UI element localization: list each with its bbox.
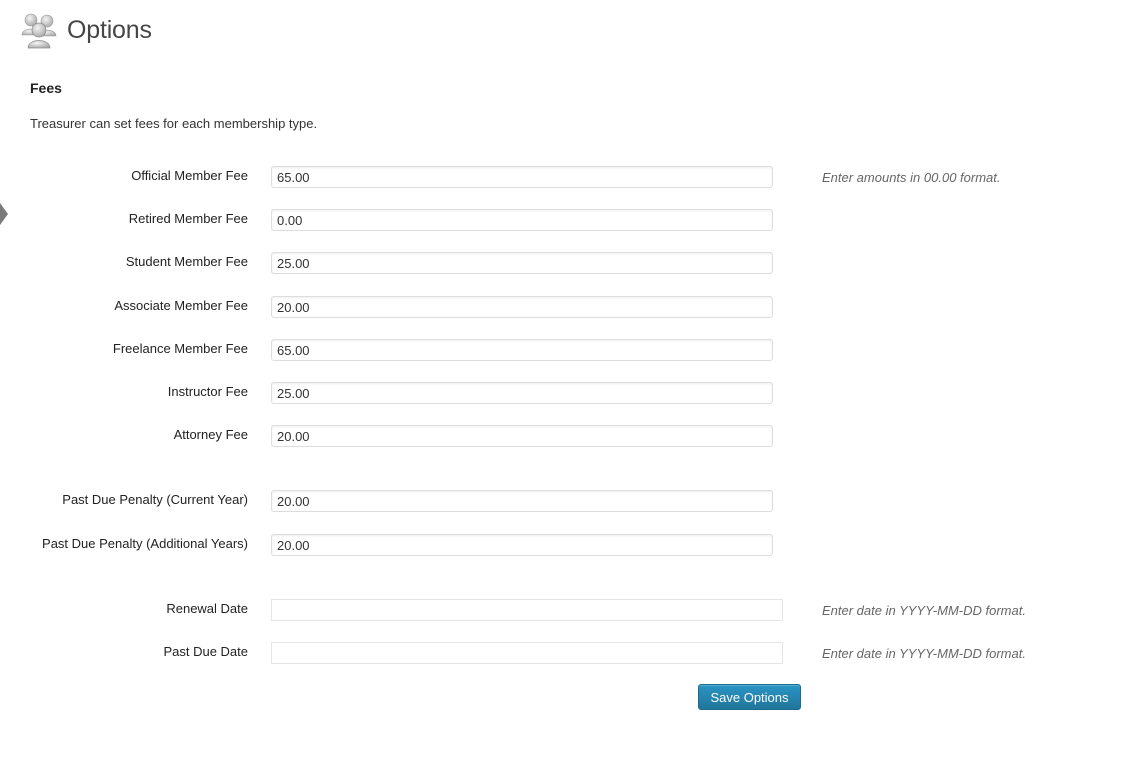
field-label: Past Due Penalty (Current Year) xyxy=(62,492,248,507)
renewal-date-input[interactable] xyxy=(271,599,783,621)
section-description: Treasurer can set fees for each membersh… xyxy=(30,116,318,131)
field-label: Retired Member Fee xyxy=(128,211,248,226)
past-due-penalty-additional-input[interactable] xyxy=(271,534,773,556)
field-label: Renewal Date xyxy=(166,601,248,616)
official-member-fee-input[interactable] xyxy=(271,166,773,188)
associate-member-fee-input[interactable] xyxy=(271,296,773,318)
form-row-freelance-member-fee: Freelance Member Fee xyxy=(0,339,1135,363)
users-icon xyxy=(20,11,58,49)
form-row-associate-member-fee: Associate Member Fee xyxy=(0,296,1135,320)
page-title: Options xyxy=(67,15,152,44)
options-page: Options Fees Treasurer can set fees for … xyxy=(0,0,1135,780)
form-row-past-due-penalty-current: Past Due Penalty (Current Year) xyxy=(0,490,1135,514)
save-options-button[interactable]: Save Options xyxy=(698,684,801,710)
form-row-attorney-fee: Attorney Fee xyxy=(0,425,1135,449)
form-row-past-due-penalty-additional: Past Due Penalty (Additional Years) xyxy=(0,534,1135,558)
field-label: Student Member Fee xyxy=(125,254,248,269)
field-label: Past Due Date xyxy=(163,644,248,659)
past-due-date-input[interactable] xyxy=(271,642,783,664)
field-hint: Enter amounts in 00.00 format. xyxy=(822,170,1001,185)
past-due-penalty-current-input[interactable] xyxy=(271,490,773,512)
field-label: Associate Member Fee xyxy=(114,298,248,313)
attorney-fee-input[interactable] xyxy=(271,425,773,447)
form-row-instructor-fee: Instructor Fee xyxy=(0,382,1135,406)
page-header: Options xyxy=(20,10,152,50)
field-label: Instructor Fee xyxy=(167,384,248,399)
field-label: Official Member Fee xyxy=(131,168,248,183)
field-label: Past Due Penalty (Additional Years) xyxy=(42,536,248,551)
instructor-fee-input[interactable] xyxy=(271,382,773,404)
form-row-past-due-date: Past Due Date Enter date in YYYY-MM-DD f… xyxy=(0,642,1135,666)
form-row-student-member-fee: Student Member Fee xyxy=(0,252,1135,276)
form-row-renewal-date: Renewal Date Enter date in YYYY-MM-DD fo… xyxy=(0,599,1135,623)
field-hint: Enter date in YYYY-MM-DD format. xyxy=(822,603,1026,618)
section-heading: Fees xyxy=(30,80,62,96)
field-label: Attorney Fee xyxy=(173,427,248,442)
field-label: Freelance Member Fee xyxy=(112,341,248,356)
form-row-retired-member-fee: Retired Member Fee xyxy=(0,209,1135,233)
student-member-fee-input[interactable] xyxy=(271,252,773,274)
field-hint: Enter date in YYYY-MM-DD format. xyxy=(822,646,1026,661)
retired-member-fee-input[interactable] xyxy=(271,209,773,231)
freelance-member-fee-input[interactable] xyxy=(271,339,773,361)
form-row-official-member-fee: Official Member Fee Enter amounts in 00.… xyxy=(0,166,1135,190)
